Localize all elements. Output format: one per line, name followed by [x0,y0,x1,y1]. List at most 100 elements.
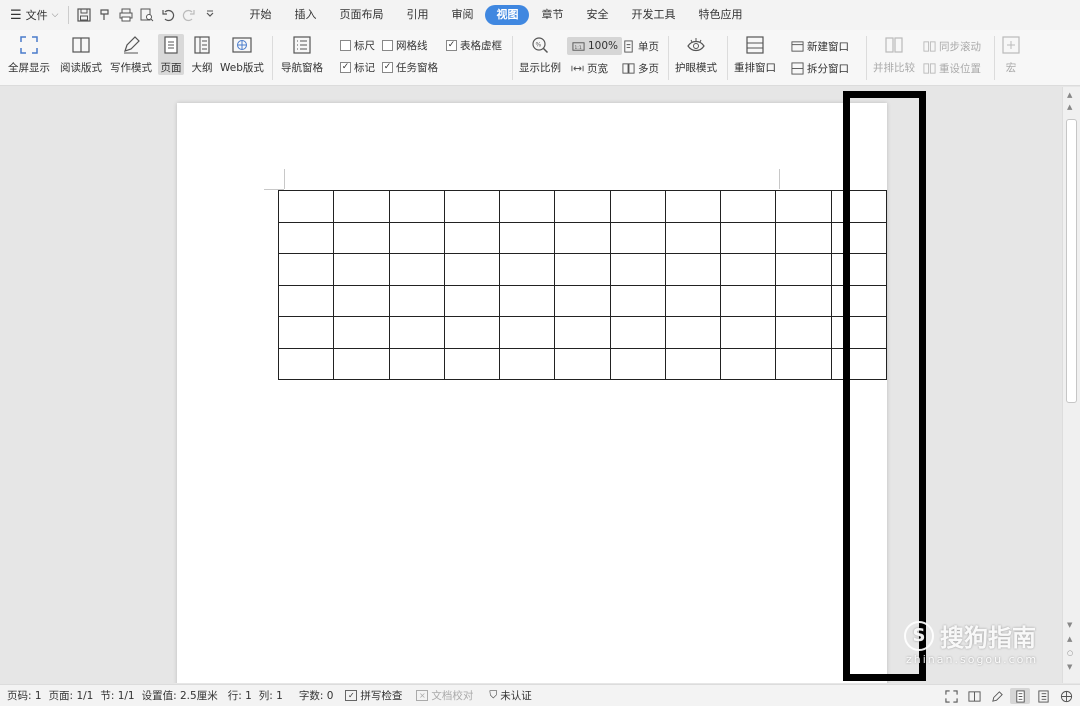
table-cell[interactable] [277,221,335,254]
table-cell[interactable] [720,316,777,349]
table-cell[interactable] [443,253,501,286]
single-page-button[interactable]: 单页 [621,39,659,54]
document-table[interactable] [277,190,888,380]
page-width-button[interactable]: 页宽 [570,61,608,76]
table-cell[interactable] [554,284,611,317]
zoom-button[interactable]: % 显示比例 [519,34,561,75]
table-cell[interactable] [443,284,501,317]
marks-checkbox[interactable]: ✓ 标记 [340,60,375,75]
tab-home[interactable]: 开始 [238,5,282,25]
status-word-count[interactable]: 字数: 0 [299,688,334,703]
table-cell[interactable] [775,347,832,380]
table-cell[interactable] [388,190,445,223]
undo-icon[interactable] [159,6,177,24]
table-cell[interactable] [499,253,556,286]
table-gridlines-checkbox[interactable]: ✓ 表格虚框 [446,38,502,53]
tab-insert[interactable]: 插入 [283,5,327,25]
split-window-button[interactable]: 拆分窗口 [790,61,849,76]
table-cell[interactable] [609,284,666,317]
rearrange-window-button[interactable]: 重排窗口 [734,34,776,75]
fullscreen-button[interactable]: 全屏显示 [8,34,50,75]
table-cell[interactable] [277,347,335,380]
table-cell[interactable] [388,347,445,380]
table-cell[interactable] [277,284,335,317]
table-cell[interactable] [333,347,390,380]
scroll-down-icon[interactable]: ▼ [1067,621,1072,629]
print-icon[interactable] [117,6,135,24]
file-menu[interactable]: ☰ 文件 ⌵ [10,7,58,23]
multi-page-button[interactable]: 多页 [621,61,659,76]
reading-mode-button[interactable]: 阅读版式 [60,34,102,75]
outline-button[interactable]: 大纲 [191,34,213,75]
table-cell[interactable] [775,221,832,254]
tab-review[interactable]: 审阅 [440,5,484,25]
status-column[interactable]: 列: 1 [259,688,283,703]
next-page-icon[interactable]: ▼ [1067,663,1072,671]
reset-position-button[interactable]: 重设位置 [922,61,981,76]
sync-scroll-button[interactable]: 同步滚动 [922,39,981,54]
table-cell[interactable] [554,347,611,380]
table-cell[interactable] [775,253,832,286]
tab-developer[interactable]: 开发工具 [620,5,686,25]
status-section[interactable]: 节: 1/1 [100,688,134,703]
page-dot-icon[interactable]: ○ [1067,649,1073,657]
table-cell[interactable] [388,221,445,254]
document-page[interactable] [177,103,888,683]
table-cell[interactable] [720,221,777,254]
tab-special-apps[interactable]: 特色应用 [687,5,753,25]
table-cell[interactable] [333,190,390,223]
table-cell[interactable] [664,347,722,380]
spell-check-button[interactable]: ✓ 拼写检查 [345,688,402,703]
format-painter-icon[interactable] [96,6,114,24]
table-cell[interactable] [775,190,832,223]
navigation-pane-button[interactable]: 导航窗格 [281,34,323,75]
table-cell[interactable] [775,316,832,349]
table-cell[interactable] [664,316,722,349]
tab-page-layout[interactable]: 页面布局 [328,5,394,25]
page-view-icon[interactable] [1010,688,1030,704]
writing-view-icon[interactable] [987,688,1007,704]
document-workspace[interactable] [0,87,1062,683]
table-cell[interactable] [443,316,501,349]
table-cell[interactable] [720,284,777,317]
vertical-scrollbar[interactable]: ▲ ▲ ▼ ▲ ○ ▼ [1062,87,1080,683]
table-cell[interactable] [388,253,445,286]
previous-page-icon[interactable]: ▲ [1067,635,1072,643]
web-layout-button[interactable]: Web版式 [220,34,264,75]
scroll-up-icon[interactable]: ▲ [1067,91,1072,99]
table-cell[interactable] [720,347,777,380]
table-cell[interactable] [443,190,501,223]
print-preview-icon[interactable] [138,6,156,24]
table-cell[interactable] [443,347,501,380]
customize-dropdown-icon[interactable] [201,6,219,24]
status-setting[interactable]: 设置值: 2.5厘米 [142,688,218,703]
new-window-button[interactable]: 新建窗口 [790,39,849,54]
fullscreen-icon[interactable] [941,688,961,704]
table-cell[interactable] [277,316,335,349]
table-cell[interactable] [554,221,611,254]
tab-references[interactable]: 引用 [395,5,439,25]
table-cell[interactable] [554,253,611,286]
ruler-checkbox[interactable]: 标尺 [340,38,375,53]
table-cell[interactable] [720,253,777,286]
status-pages[interactable]: 页面: 1/1 [49,688,94,703]
task-pane-checkbox[interactable]: ✓ 任务窗格 [382,60,438,75]
table-cell[interactable] [609,190,666,223]
scrollbar-thumb[interactable] [1066,119,1077,403]
eye-mode-button[interactable]: 护眼模式 [675,34,717,75]
macro-button[interactable]: 宏 [1000,34,1022,75]
table-cell[interactable] [664,190,722,223]
table-cell[interactable] [609,253,666,286]
table-cell[interactable] [609,347,666,380]
side-by-side-button[interactable]: 并排比较 [873,34,915,75]
table-cell[interactable] [499,190,556,223]
zoom-100-button[interactable]: 1:1 100% [567,37,623,55]
table-cell[interactable] [664,253,722,286]
save-icon[interactable] [75,6,93,24]
reading-view-icon[interactable] [964,688,984,704]
tab-view[interactable]: 视图 [485,5,530,25]
table-cell[interactable] [388,316,445,349]
table-cell[interactable] [277,253,335,286]
table-cell[interactable] [499,316,556,349]
table-cell[interactable] [499,347,556,380]
